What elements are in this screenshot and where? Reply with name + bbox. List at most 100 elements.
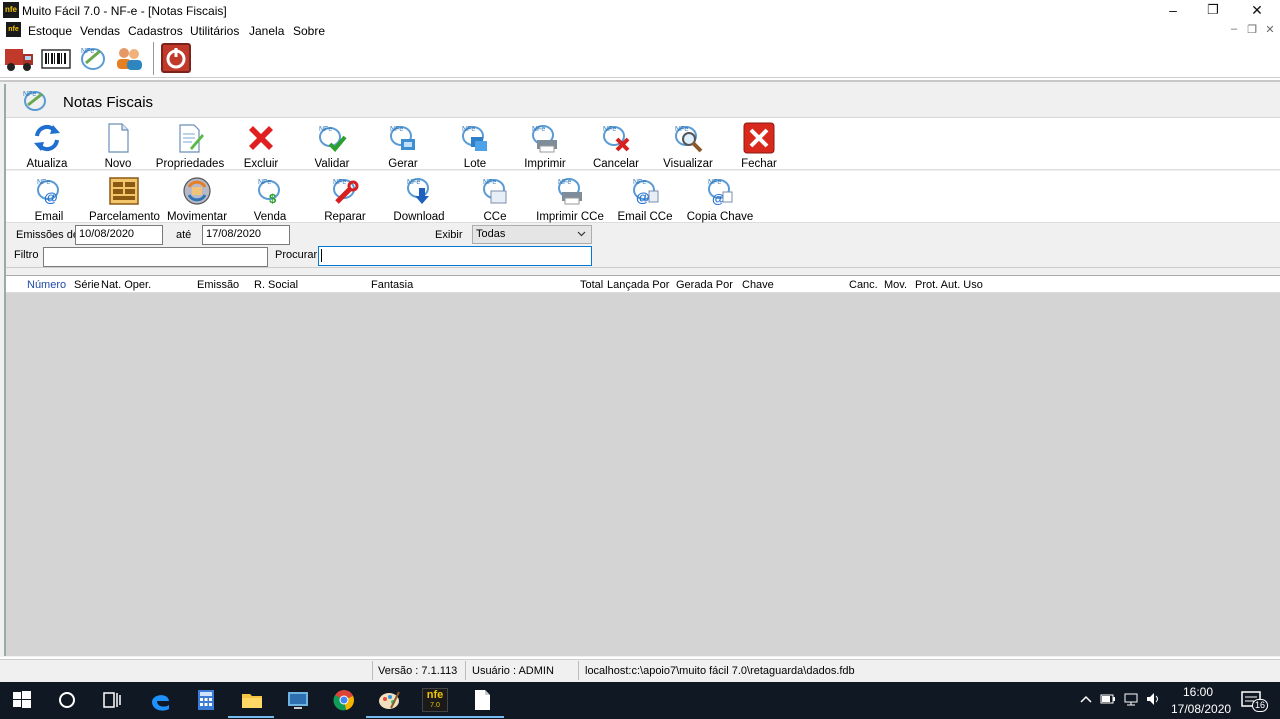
menu-janela[interactable]: Janela	[249, 24, 284, 38]
menu-cadastros[interactable]: Cadastros	[128, 24, 183, 38]
svg-text:NFe: NFe	[558, 179, 571, 186]
windows-start-icon[interactable]	[11, 689, 35, 713]
date-filter-row	[6, 224, 1280, 246]
email-cce-button[interactable]: NFe @ Email CCe	[610, 173, 680, 223]
barcode-icon[interactable]	[41, 43, 71, 73]
propriedades-button[interactable]: Propriedades	[155, 120, 225, 170]
menu-utilitarios[interactable]: Utilitários	[190, 24, 239, 38]
exibir-select[interactable]: Todas	[472, 225, 592, 244]
col-canc[interactable]: Canc.	[849, 279, 878, 291]
validate-icon: NFe	[316, 122, 348, 154]
procurar-input[interactable]	[318, 246, 592, 266]
calculator-icon[interactable]	[194, 688, 218, 712]
excluir-button[interactable]: Excluir	[226, 120, 296, 170]
download-icon: NFe	[403, 175, 435, 207]
lote-button[interactable]: NFe Lote	[440, 120, 510, 170]
date-from-field[interactable]: 10/08/2020	[75, 225, 163, 245]
file-explorer-icon[interactable]	[240, 688, 264, 712]
email-label: Email	[34, 211, 64, 223]
menu-sobre[interactable]: Sobre	[293, 24, 325, 38]
battery-icon[interactable]	[1100, 692, 1116, 709]
col-prot-aut-uso[interactable]: Prot. Aut. Uso	[915, 279, 983, 291]
cce-button[interactable]: NFe CCe	[460, 173, 530, 223]
cancelar-button[interactable]: NFe Cancelar	[581, 120, 651, 170]
gerar-button[interactable]: NFe Gerar	[368, 120, 438, 170]
menu-estoque[interactable]: Estoque	[28, 24, 72, 38]
text-cursor	[321, 249, 322, 262]
delete-icon	[245, 122, 277, 154]
svg-text:NFe: NFe	[603, 126, 616, 133]
repair-icon: NFe	[329, 175, 361, 207]
imprimir-cce-button[interactable]: NFe Imprimir CCe	[535, 173, 605, 223]
atualiza-label: Atualiza	[26, 158, 68, 170]
movimentar-button[interactable]: Movimentar	[162, 173, 232, 223]
cancel-icon: NFe	[600, 122, 632, 154]
active-indicator	[366, 716, 412, 718]
col-emissao[interactable]: Emissão	[197, 279, 239, 291]
clock-date[interactable]: 17/08/2020	[1171, 702, 1231, 716]
mdi-restore-button[interactable]: ❐	[1245, 23, 1259, 36]
power-icon[interactable]	[161, 43, 191, 73]
tray-chevron-up-icon[interactable]	[1079, 692, 1093, 709]
col-total[interactable]: Total	[580, 279, 603, 291]
document-icon[interactable]	[470, 688, 494, 712]
network-icon[interactable]	[1123, 691, 1139, 710]
col-gerada-por[interactable]: Gerada Por	[676, 279, 733, 291]
col-chave[interactable]: Chave	[742, 279, 774, 291]
status-divider	[465, 661, 466, 680]
exibir-label: Exibir	[435, 229, 463, 241]
users-icon[interactable]	[114, 43, 144, 73]
notification-icon[interactable]: 16	[1241, 690, 1269, 712]
truck-icon[interactable]	[4, 43, 34, 73]
validar-label: Validar	[314, 158, 350, 170]
ate-label: até	[176, 229, 192, 241]
search-icon[interactable]	[56, 689, 80, 713]
col-mov[interactable]: Mov.	[884, 279, 907, 291]
col-serie[interactable]: Série	[74, 279, 100, 291]
chrome-icon[interactable]	[332, 688, 356, 712]
clock-time[interactable]: 16:00	[1183, 685, 1213, 699]
restore-button[interactable]: ❐	[1190, 0, 1236, 20]
remote-desktop-icon[interactable]	[286, 688, 310, 712]
active-indicator	[458, 716, 504, 718]
col-fantasia[interactable]: Fantasia	[371, 279, 413, 291]
menu-vendas[interactable]: Vendas	[80, 24, 120, 38]
mdi-minimize-button[interactable]: –	[1227, 23, 1241, 35]
atualiza-button[interactable]: Atualiza	[12, 120, 82, 170]
new-document-icon	[102, 122, 134, 154]
copia-chave-button[interactable]: NFe @ Copia Chave	[685, 173, 755, 223]
svg-text:NFe: NFe	[532, 126, 545, 133]
col-r-social[interactable]: R. Social	[254, 279, 298, 291]
col-numero[interactable]: Número	[27, 279, 66, 291]
edge-icon[interactable]	[148, 688, 172, 712]
novo-button[interactable]: Novo	[83, 120, 153, 170]
email-button[interactable]: NFe @ Email	[14, 173, 84, 223]
properties-icon	[174, 122, 206, 154]
paint-icon[interactable]	[377, 688, 401, 712]
svg-text:$: $	[269, 191, 277, 206]
nfe-taskbar-icon[interactable]: nfe 7.0	[422, 688, 448, 712]
date-to-field[interactable]: 17/08/2020	[202, 225, 290, 245]
parcelamento-button[interactable]: Parcelamento	[89, 173, 160, 223]
fechar-button[interactable]: Fechar	[724, 120, 794, 170]
notas-grid[interactable]	[6, 275, 1280, 656]
venda-button[interactable]: NFe $ Venda	[235, 173, 305, 223]
imprimir-button[interactable]: NFe Imprimir	[510, 120, 580, 170]
mdi-close-button[interactable]: ✕	[1263, 23, 1277, 36]
reparar-button[interactable]: NFe Reparar	[310, 173, 380, 223]
visualizar-label: Visualizar	[663, 158, 713, 170]
task-view-icon[interactable]	[101, 689, 125, 713]
status-database: localhost:c:\apoio7\muito fácil 7.0\reta…	[585, 665, 855, 677]
visualizar-button[interactable]: NFe Visualizar	[653, 120, 723, 170]
nfe-icon[interactable]: NFe	[78, 43, 108, 73]
col-nat-oper[interactable]: Nat. Oper.	[101, 279, 151, 291]
reparar-label: Reparar	[324, 211, 366, 223]
close-window-button[interactable]: ✕	[1234, 0, 1280, 20]
col-lancada-por[interactable]: Lançada Por	[607, 279, 669, 291]
download-button[interactable]: NFe Download	[384, 173, 454, 223]
validar-button[interactable]: NFe Validar	[297, 120, 367, 170]
volume-icon[interactable]	[1145, 691, 1161, 710]
imprimir-cce-label: Imprimir CCe	[536, 211, 604, 223]
filtro-input[interactable]	[43, 247, 268, 267]
mdi-child-icon[interactable]: nfe	[6, 22, 21, 37]
